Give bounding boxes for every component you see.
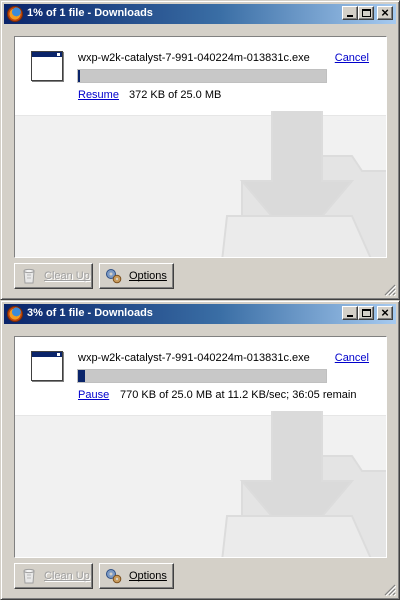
resume-link[interactable]: Resume	[78, 89, 119, 101]
options-button[interactable]: Options	[99, 263, 174, 289]
minimize-button[interactable]	[342, 6, 358, 20]
maximize-button[interactable]	[358, 6, 374, 20]
firefox-logo-icon	[7, 6, 23, 22]
gears-icon	[106, 569, 122, 584]
download-status: 372 KB of 25.0 MB	[129, 89, 222, 101]
minimize-icon	[347, 15, 353, 17]
clean-up-label: Clean Up	[44, 570, 90, 582]
download-status: 770 KB of 25.0 MB at 11.2 KB/sec; 36:05 …	[120, 389, 357, 401]
application-window-icon	[31, 51, 63, 81]
download-arrow-icon	[221, 111, 386, 257]
window-title: 1% of 1 file - Downloads	[27, 7, 153, 19]
maximize-icon	[362, 309, 371, 317]
options-label: Options	[129, 570, 167, 582]
minimize-icon	[347, 315, 353, 317]
downloads-window: 1% of 1 file - Downloads × wxp-w2k-catal…	[0, 0, 400, 300]
close-button[interactable]: ×	[377, 305, 393, 320]
download-filename: wxp-w2k-catalyst-7-991-040224m-013831c.e…	[78, 352, 310, 364]
cancel-link[interactable]: Cancel	[335, 352, 369, 364]
maximize-icon	[362, 9, 371, 17]
window-title: 3% of 1 file - Downloads	[27, 307, 153, 319]
title-bar[interactable]: 1% of 1 file - Downloads ×	[4, 4, 396, 24]
title-bar[interactable]: 3% of 1 file - Downloads ×	[4, 304, 396, 324]
resize-grip-icon[interactable]	[384, 284, 396, 296]
list-background	[15, 411, 386, 557]
maximize-button[interactable]	[358, 306, 374, 320]
download-list[interactable]: wxp-w2k-catalyst-7-991-040224m-013831c.e…	[14, 336, 387, 558]
firefox-logo-icon	[7, 306, 23, 322]
close-icon: ×	[381, 305, 389, 320]
download-item[interactable]: wxp-w2k-catalyst-7-991-040224m-013831c.e…	[15, 37, 386, 115]
progress-bar	[77, 69, 327, 83]
recycle-bin-icon	[23, 568, 35, 584]
list-background	[15, 111, 386, 257]
options-label: Options	[129, 270, 167, 282]
resize-grip-icon[interactable]	[384, 584, 396, 596]
downloads-window: 3% of 1 file - Downloads × wxp-w2k-catal…	[0, 300, 400, 600]
download-arrow-icon	[221, 411, 386, 557]
options-button[interactable]: Options	[99, 563, 174, 589]
progress-fill	[78, 70, 81, 82]
clean-up-button[interactable]: Clean Up	[14, 263, 93, 289]
close-button[interactable]: ×	[377, 5, 393, 20]
application-window-icon	[31, 351, 63, 381]
clean-up-button[interactable]: Clean Up	[14, 563, 93, 589]
progress-fill	[78, 370, 86, 382]
progress-bar	[77, 369, 327, 383]
gears-icon	[106, 269, 122, 284]
download-filename: wxp-w2k-catalyst-7-991-040224m-013831c.e…	[78, 52, 310, 64]
download-list[interactable]: wxp-w2k-catalyst-7-991-040224m-013831c.e…	[14, 36, 387, 258]
recycle-bin-icon	[23, 268, 35, 284]
close-icon: ×	[381, 5, 389, 20]
minimize-button[interactable]	[342, 306, 358, 320]
download-item[interactable]: wxp-w2k-catalyst-7-991-040224m-013831c.e…	[15, 337, 386, 415]
clean-up-label: Clean Up	[44, 270, 90, 282]
cancel-link[interactable]: Cancel	[335, 52, 369, 64]
pause-link[interactable]: Pause	[78, 389, 109, 401]
